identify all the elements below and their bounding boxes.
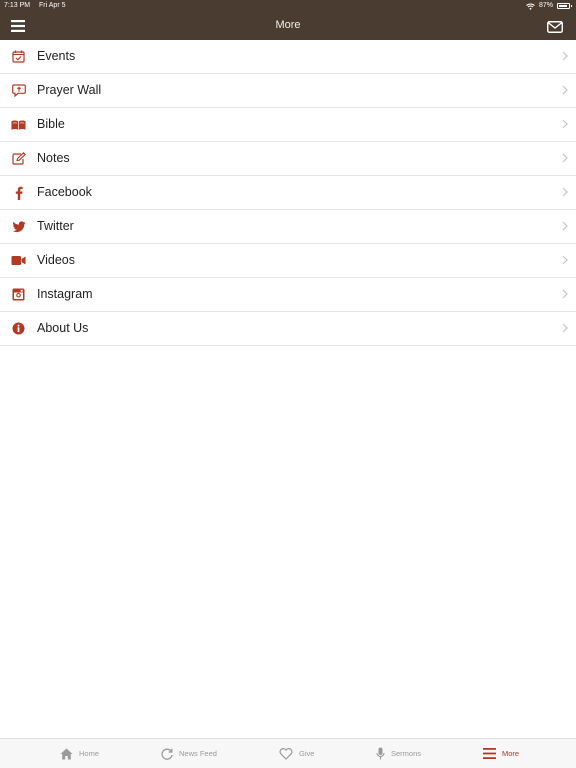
status-time: 7:13 PM [4, 2, 31, 9]
menu-item-facebook[interactable]: Facebook [0, 176, 576, 210]
tab-home[interactable]: Home [60, 739, 99, 768]
app-header: 7:13 PM Fri Apr 5 87% More [0, 0, 576, 40]
prayer-bubble-icon [11, 84, 26, 97]
menu-item-twitter[interactable]: Twitter [0, 210, 576, 244]
chevron-right-icon [562, 187, 568, 197]
status-bar: 7:13 PM Fri Apr 5 87% [0, 0, 576, 12]
menu-item-videos[interactable]: Videos [0, 244, 576, 278]
tab-sermons[interactable]: Sermons [376, 739, 421, 768]
menu-item-label: Instagram [37, 287, 93, 301]
twitter-icon [12, 220, 25, 232]
tab-label: Sermons [391, 749, 422, 758]
home-icon [60, 748, 73, 759]
page-title: More [275, 19, 301, 31]
menu-item-label: Notes [37, 151, 70, 165]
menu-item-label: Facebook [37, 185, 92, 199]
chevron-right-icon [562, 85, 568, 95]
chevron-right-icon [562, 153, 568, 163]
tab-label: Give [299, 749, 315, 758]
microphone-icon [376, 747, 385, 760]
chevron-right-icon [562, 289, 568, 299]
menu-item-label: Videos [37, 253, 75, 267]
battery-percent: 87% [538, 2, 553, 9]
menu-item-bible[interactable]: Bible [0, 108, 576, 142]
menu-item-prayer-wall[interactable]: Prayer Wall [0, 74, 576, 108]
info-icon [12, 322, 25, 335]
battery-icon [557, 3, 572, 9]
chevron-right-icon [562, 323, 568, 333]
tab-more[interactable]: More [483, 739, 519, 768]
bottom-tab-bar: Home News Feed Give Sermons More [0, 738, 576, 768]
video-camera-icon [11, 256, 26, 265]
menu-item-label: Events [37, 49, 76, 63]
menu-item-label: Twitter [37, 219, 74, 233]
menu-lines-icon [483, 748, 496, 759]
instagram-icon [12, 288, 25, 301]
menu-item-instagram[interactable]: Instagram [0, 278, 576, 312]
calendar-icon [12, 50, 25, 63]
navigation-bar: More [0, 12, 576, 40]
tab-give[interactable]: Give [279, 739, 314, 768]
menu-item-label: About Us [37, 321, 89, 335]
chevron-right-icon [562, 221, 568, 231]
menu-item-label: Bible [37, 117, 65, 131]
refresh-icon [161, 748, 173, 760]
edit-note-icon [11, 152, 26, 165]
chevron-right-icon [562, 51, 568, 61]
chevron-right-icon [562, 119, 568, 129]
more-menu-list: Events Prayer Wall Bible Notes Facebook … [0, 40, 576, 346]
menu-item-events[interactable]: Events [0, 40, 576, 74]
tab-label: More [502, 749, 520, 758]
heart-icon [279, 747, 293, 760]
menu-item-about-us[interactable]: About Us [0, 312, 576, 346]
status-date: Fri Apr 5 [39, 2, 66, 9]
tab-label: News Feed [179, 749, 217, 758]
envelope-icon[interactable] [547, 21, 563, 33]
facebook-icon [15, 186, 23, 200]
menu-item-label: Prayer Wall [37, 83, 102, 97]
chevron-right-icon [562, 255, 568, 265]
wifi-icon [526, 3, 535, 10]
tab-news-feed[interactable]: News Feed [161, 739, 217, 768]
menu-item-notes[interactable]: Notes [0, 142, 576, 176]
open-book-icon [11, 120, 26, 130]
tab-label: Home [79, 749, 100, 758]
